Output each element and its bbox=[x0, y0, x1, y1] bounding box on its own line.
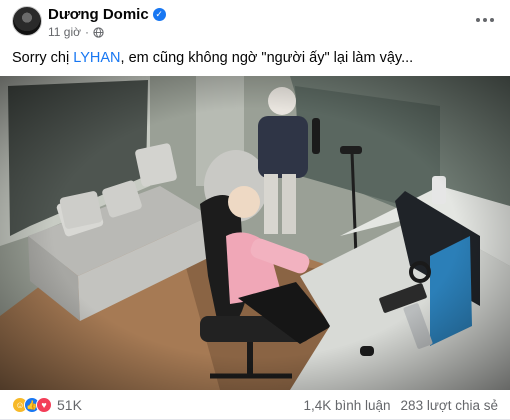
reaction-count[interactable]: 51K bbox=[57, 397, 82, 413]
meta-separator: · bbox=[85, 25, 89, 39]
verified-badge-icon: ✓ bbox=[152, 8, 166, 21]
mention-link[interactable]: LYHAN bbox=[73, 50, 120, 66]
love-reaction-icon: ♥ bbox=[36, 397, 52, 413]
caption-text-end: , em cũng không ngờ "người ấy" lại làm v… bbox=[120, 50, 414, 66]
studio-scene-image bbox=[0, 76, 510, 390]
more-options-icon[interactable] bbox=[470, 8, 500, 32]
post-meta: 11 giờ · bbox=[48, 25, 104, 39]
author-row: Dương Domic ✓ bbox=[48, 6, 166, 23]
caption-text-start: Sorry chị bbox=[12, 50, 74, 66]
reaction-summary[interactable]: ☺ 👍 ♥ 51K bbox=[12, 397, 82, 413]
post-timestamp[interactable]: 11 giờ bbox=[48, 25, 81, 39]
post-caption: Sorry chị LYHAN, em cũng không ngờ "ngườ… bbox=[12, 50, 413, 66]
share-count[interactable]: 283 lượt chia sẻ bbox=[401, 398, 498, 413]
engagement-stats: 1,4K bình luận 283 lượt chia sẻ bbox=[303, 398, 498, 413]
post-header: Dương Domic ✓ 11 giờ · bbox=[0, 0, 510, 44]
author-avatar[interactable] bbox=[12, 6, 42, 36]
author-name[interactable]: Dương Domic bbox=[48, 6, 149, 23]
post-stats-bar: ☺ 👍 ♥ 51K 1,4K bình luận 283 lượt chia s… bbox=[0, 390, 510, 420]
comment-count[interactable]: 1,4K bình luận bbox=[303, 398, 390, 413]
globe-icon bbox=[93, 26, 104, 38]
post-photo[interactable] bbox=[0, 76, 510, 390]
